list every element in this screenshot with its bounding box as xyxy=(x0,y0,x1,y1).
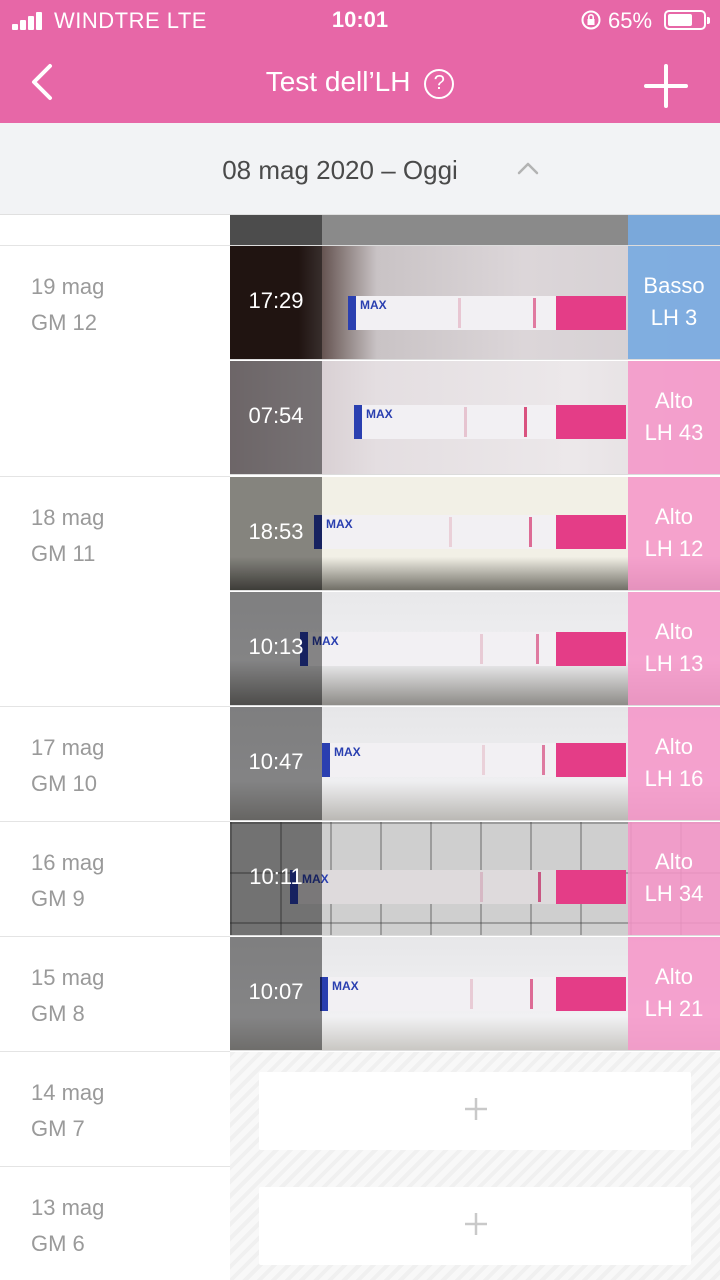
cycle-day: GM 7 xyxy=(31,1116,85,1141)
strip-max-label: MAX xyxy=(332,979,359,993)
result-badge: Alto LH 34 xyxy=(628,822,720,935)
day-date: 18 mag xyxy=(31,505,105,530)
result-level: Alto xyxy=(655,504,693,529)
test-time: 18:53 xyxy=(248,519,304,544)
test-time: 17:29 xyxy=(248,288,304,313)
test-strip: MAX xyxy=(322,743,626,777)
result-badge: Alto LH 43 xyxy=(628,361,720,474)
result-lh: LH 12 xyxy=(644,536,704,561)
day-date: 13 mag xyxy=(31,1195,105,1220)
result-lh: LH 13 xyxy=(644,651,704,676)
date-range-label: 08 mag 2020 – Oggi xyxy=(222,155,458,185)
day-row: 13 mag GM 6 xyxy=(0,1167,230,1280)
test-result-tile[interactable]: MAX 17:29 Basso LH 3 xyxy=(230,246,720,360)
test-result-tile[interactable]: MAX 10:47 Alto LH 16 xyxy=(230,707,720,821)
day-row: 14 mag GM 7 xyxy=(0,1052,230,1167)
page-title-text: Test dell’LH xyxy=(265,66,411,97)
test-time: 10:13 xyxy=(248,634,304,659)
day-date: 19 mag xyxy=(31,274,105,299)
strip-max-label: MAX xyxy=(366,407,393,421)
app-header: WINDTRE LTE 10:01 65% Test dell’LH ? xyxy=(0,0,720,123)
test-time: 10:47 xyxy=(248,749,304,774)
day-row: 15 mag GM 8 xyxy=(0,937,230,1052)
day-row: 16 mag GM 9 xyxy=(0,822,230,937)
test-strip: MAX xyxy=(290,870,626,904)
result-level: Alto xyxy=(655,964,693,989)
plus-icon xyxy=(465,1098,487,1120)
result-lh: LH 43 xyxy=(644,420,704,445)
cycle-day: GM 10 xyxy=(31,771,98,796)
result-level: Alto xyxy=(655,619,693,644)
test-result-tile[interactable]: MAX 18:53 Alto LH 12 xyxy=(230,477,720,591)
plus-icon[interactable] xyxy=(642,62,690,110)
test-strip: MAX xyxy=(314,515,626,549)
test-time: 10:11 xyxy=(249,864,303,889)
result-level: Alto xyxy=(655,849,693,874)
result-badge: Alto LH 21 xyxy=(628,937,720,1050)
status-bar: WINDTRE LTE 10:01 65% xyxy=(0,0,720,40)
result-level: Alto xyxy=(655,734,693,759)
cycle-day: GM 11 xyxy=(31,541,96,566)
result-badge: Alto LH 16 xyxy=(628,707,720,820)
day-date: 16 mag xyxy=(31,850,105,875)
cycle-day: GM 8 xyxy=(31,1001,85,1026)
test-strip: MAX xyxy=(348,296,626,330)
cycle-day: GM 12 xyxy=(31,310,98,335)
nav-bar: Test dell’LH ? xyxy=(0,40,720,123)
day-row: 19 mag GM 12 xyxy=(0,246,230,477)
test-result-tile[interactable]: MAX 10:13 Alto LH 13 xyxy=(230,592,720,706)
strip-max-label: MAX xyxy=(360,298,387,312)
result-level: Alto xyxy=(655,388,693,413)
result-lh: LH 34 xyxy=(644,881,704,906)
result-badge: Basso LH 3 xyxy=(628,246,720,359)
result-lh: LH 21 xyxy=(644,996,704,1021)
test-strip: MAX xyxy=(320,977,626,1011)
add-test-button[interactable] xyxy=(259,1187,691,1265)
result-badge: Alto LH 12 xyxy=(628,477,720,590)
cycle-day: GM 6 xyxy=(31,1231,85,1256)
plus-icon xyxy=(465,1213,487,1235)
test-time: 10:07 xyxy=(248,979,304,1004)
test-photo-partial[interactable] xyxy=(230,215,720,246)
day-date: 15 mag xyxy=(31,965,105,990)
result-badge: Alto LH 13 xyxy=(628,592,720,705)
result-level: Basso xyxy=(643,273,705,298)
lh-test-list: 19 mag GM 12 18 mag GM 11 17 mag GM 10 1… xyxy=(0,215,720,1280)
chevron-up-icon[interactable] xyxy=(516,160,540,176)
test-result-tile[interactable]: MAX 07:54 Alto LH 43 xyxy=(230,361,720,475)
test-result-tile[interactable]: MAX 10:11 Alto LH 34 xyxy=(230,822,720,936)
test-result-tile[interactable]: MAX 10:07 Alto LH 21 xyxy=(230,937,720,1051)
day-date: 14 mag xyxy=(31,1080,105,1105)
battery-icon xyxy=(664,10,710,30)
day-date: 17 mag xyxy=(31,735,105,760)
strip-max-label: MAX xyxy=(334,745,361,759)
cycle-day: GM 9 xyxy=(31,886,85,911)
test-strip: MAX xyxy=(300,632,626,666)
date-range-bar[interactable]: 08 mag 2020 – Oggi xyxy=(0,123,720,215)
page-title: Test dell’LH ? xyxy=(0,66,720,99)
orientation-lock-icon xyxy=(581,10,601,30)
add-test-button[interactable] xyxy=(259,1072,691,1150)
strip-max-label: MAX xyxy=(326,517,353,531)
result-lh: LH 16 xyxy=(644,766,704,791)
result-lh: LH 3 xyxy=(650,305,698,330)
test-time: 07:54 xyxy=(248,403,304,428)
battery-percent: 65% xyxy=(608,8,653,33)
empty-days-area xyxy=(230,1052,720,1280)
day-row: 18 mag GM 11 xyxy=(0,477,230,707)
question-circle-icon[interactable]: ? xyxy=(424,69,455,99)
day-row: 17 mag GM 10 xyxy=(0,707,230,822)
test-strip: MAX xyxy=(354,405,626,439)
day-row-partial xyxy=(0,215,230,246)
day-column: 19 mag GM 12 18 mag GM 11 17 mag GM 10 1… xyxy=(0,215,230,1280)
